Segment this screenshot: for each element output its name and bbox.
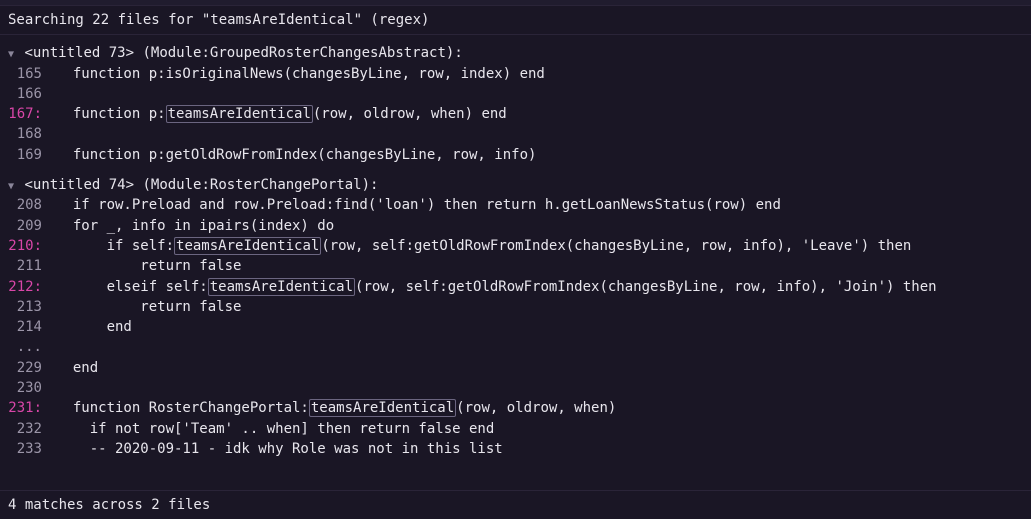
match-highlight: teamsAreIdentical	[174, 237, 321, 255]
result-line[interactable]: 229 end	[0, 358, 1031, 378]
line-number: ...	[8, 337, 56, 357]
file-name-label: <untitled 74> (Module:RosterChangePortal…	[16, 177, 378, 193]
code-prefix: if self:	[56, 238, 174, 254]
code-prefix: elseif self:	[56, 279, 208, 295]
result-line[interactable]: 232 if not row['Team' .. when] then retu…	[0, 419, 1031, 439]
code-text: function p:isOriginalNews(changesByLine,…	[56, 64, 545, 84]
match-highlight: teamsAreIdentical	[208, 278, 355, 296]
line-number: 232	[8, 419, 56, 439]
chevron-down-icon[interactable]: ▼	[8, 180, 14, 195]
result-line[interactable]: 233 -- 2020-09-11 - idk why Role was not…	[0, 439, 1031, 459]
code-suffix: (row, self:getOldRowFromIndex(changesByL…	[355, 279, 937, 295]
result-line[interactable]: 165 function p:isOriginalNews(changesByL…	[0, 64, 1031, 84]
file-result-section: ▼ <untitled 74> (Module:RosterChangePort…	[0, 175, 1031, 459]
result-line[interactable]: 209 for _, info in ipairs(index) do	[0, 216, 1031, 236]
code-text: if row.Preload and row.Preload:find('loa…	[56, 195, 781, 215]
chevron-down-icon[interactable]: ▼	[8, 48, 14, 63]
line-number: 211	[8, 256, 56, 276]
line-number: 169	[8, 145, 56, 165]
line-number: 214	[8, 317, 56, 337]
code-text: function RosterChangePortal:teamsAreIden…	[56, 398, 616, 418]
result-line[interactable]: 168	[0, 124, 1031, 144]
file-result-header[interactable]: ▼ <untitled 74> (Module:RosterChangePort…	[0, 175, 1031, 195]
code-text: return false	[56, 256, 241, 276]
line-number: 231:	[8, 398, 56, 418]
result-line[interactable]: 212: elseif self:teamsAreIdentical(row, …	[0, 277, 1031, 297]
line-number: 168	[8, 124, 56, 144]
code-text: -- 2020-09-11 - idk why Role was not in …	[56, 439, 503, 459]
line-number: 208	[8, 195, 56, 215]
search-results-content: ▼ <untitled 73> (Module:GroupedRosterCha…	[0, 35, 1031, 477]
line-number: 230	[8, 378, 56, 398]
code-text: for _, info in ipairs(index) do	[56, 216, 334, 236]
code-text: function p:getOldRowFromIndex(changesByL…	[56, 145, 536, 165]
result-line[interactable]: 169 function p:getOldRowFromIndex(change…	[0, 145, 1031, 165]
result-line[interactable]: 167: function p:teamsAreIdentical(row, o…	[0, 104, 1031, 124]
match-count-text: 4 matches across 2 files	[8, 497, 210, 513]
result-line[interactable]: 211 return false	[0, 256, 1031, 276]
result-line[interactable]: 210: if self:teamsAreIdentical(row, self…	[0, 236, 1031, 256]
code-text: end	[56, 358, 98, 378]
result-line[interactable]: 166	[0, 84, 1031, 104]
code-text: if not row['Team' .. when] then return f…	[56, 419, 494, 439]
code-text: end	[56, 317, 132, 337]
line-number: 210:	[8, 236, 56, 256]
code-suffix: (row, self:getOldRowFromIndex(changesByL…	[321, 238, 911, 254]
match-highlight: teamsAreIdentical	[166, 105, 313, 123]
match-highlight: teamsAreIdentical	[309, 399, 456, 417]
result-line[interactable]: 208 if row.Preload and row.Preload:find(…	[0, 195, 1031, 215]
search-status-header: Searching 22 files for "teamsAreIdentica…	[0, 6, 1031, 35]
line-number: 213	[8, 297, 56, 317]
line-number: 233	[8, 439, 56, 459]
result-line[interactable]: 213 return false	[0, 297, 1031, 317]
code-prefix: function RosterChangePortal:	[56, 400, 309, 416]
result-line[interactable]: 231: function RosterChangePortal:teamsAr…	[0, 398, 1031, 418]
line-number: 212:	[8, 277, 56, 297]
code-suffix: (row, oldrow, when) end	[313, 106, 507, 122]
line-number: 229	[8, 358, 56, 378]
code-prefix: function p:	[56, 106, 166, 122]
search-status-text: Searching 22 files for "teamsAreIdentica…	[8, 12, 429, 28]
file-name-label: <untitled 73> (Module:GroupedRosterChang…	[16, 45, 463, 61]
code-text: elseif self:teamsAreIdentical(row, self:…	[56, 277, 937, 297]
line-number: 166	[8, 84, 56, 104]
result-ellipsis: ...	[0, 337, 1031, 357]
line-number: 209	[8, 216, 56, 236]
file-result-section: ▼ <untitled 73> (Module:GroupedRosterCha…	[0, 43, 1031, 165]
line-number: 167:	[8, 104, 56, 124]
result-line[interactable]: 214 end	[0, 317, 1031, 337]
code-text: function p:teamsAreIdentical(row, oldrow…	[56, 104, 507, 124]
result-line[interactable]: 230	[0, 378, 1031, 398]
code-text: return false	[56, 297, 241, 317]
code-text: if self:teamsAreIdentical(row, self:getO…	[56, 236, 911, 256]
line-number: 165	[8, 64, 56, 84]
file-result-header[interactable]: ▼ <untitled 73> (Module:GroupedRosterCha…	[0, 43, 1031, 63]
search-results-footer: 4 matches across 2 files	[0, 490, 1031, 519]
code-suffix: (row, oldrow, when)	[456, 400, 616, 416]
